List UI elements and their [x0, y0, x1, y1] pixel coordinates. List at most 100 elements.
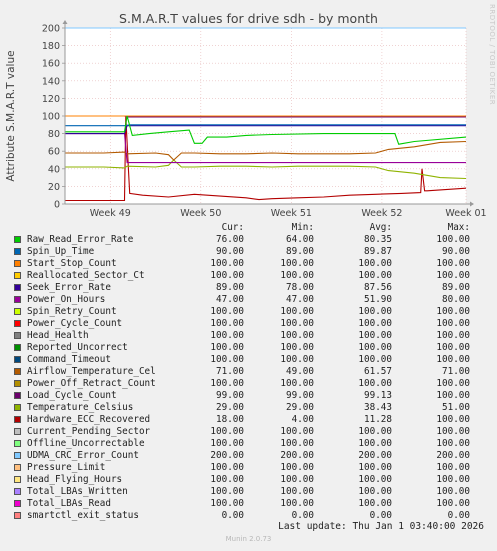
legend-value-avg: 100.00	[358, 462, 392, 473]
legend-value-cur: 100.00	[210, 258, 244, 269]
legend-value-min: 100.00	[280, 378, 314, 389]
legend-value-min: 99.00	[286, 390, 314, 401]
y-tick-label: 100	[42, 112, 60, 123]
legend-value-min: 100.00	[280, 474, 314, 485]
legend-value-max: 90.00	[442, 246, 470, 257]
legend-value-cur: 76.00	[216, 234, 244, 245]
legend-swatch	[14, 464, 21, 471]
legend-row: Power_Off_Retract_Count 100.00 100.00 100.0…	[0, 378, 497, 390]
legend-value-min: 100.00	[280, 330, 314, 341]
legend-series-name: Head_Flying_Hours	[27, 474, 123, 485]
legend-value-max: 100.00	[436, 258, 470, 269]
legend-series-name: Reported_Uncorrect	[27, 342, 128, 353]
legend-row: Hardware_ECC_Recovered 18.00 4.00 11.28 100.…	[0, 414, 497, 426]
legend-swatch	[14, 380, 21, 387]
legend-series-name: Spin_Up_Time	[27, 246, 95, 257]
legend-row: Power_Cycle_Count 100.00 100.00 100.00 100.0…	[0, 318, 497, 330]
legend-swatch	[14, 404, 21, 411]
legend-value-cur: 100.00	[210, 378, 244, 389]
x-tick-label: Week 52	[361, 208, 402, 219]
legend-swatch	[14, 308, 21, 315]
legend-value-cur: 89.00	[216, 282, 244, 293]
legend-value-min: 100.00	[280, 306, 314, 317]
legend-value-max: 100.00	[436, 486, 470, 497]
legend-value-max: 71.00	[442, 366, 470, 377]
legend-column-header: Cur:	[221, 222, 244, 233]
legend-value-min: 100.00	[280, 258, 314, 269]
legend-row: Temperature_Celsius 29.00 29.00 38.43 51.00	[0, 402, 497, 414]
y-tick-label: 20	[48, 182, 60, 193]
legend-value-min: 49.00	[286, 366, 314, 377]
last-update-text: Last update: Thu Jan 1 03:40:00 2026	[278, 521, 484, 532]
smart-line-chart: 0 20 40 60 80 100 120 140 160 180 200 Week 49 Week 5…	[5, 20, 487, 219]
legend-value-avg: 100.00	[358, 342, 392, 353]
legend-value-avg: 100.00	[358, 438, 392, 449]
legend-swatch	[14, 236, 21, 243]
legend-value-cur: 18.00	[216, 414, 244, 425]
legend-value-cur: 99.00	[216, 390, 244, 401]
legend-value-max: 100.00	[436, 426, 470, 437]
legend-value-cur: 100.00	[210, 462, 244, 473]
legend-series-name: Hardware_ECC_Recovered	[27, 414, 151, 425]
legend-value-max: 100.00	[436, 414, 470, 425]
legend-swatch	[14, 440, 21, 447]
legend-value-max: 100.00	[436, 306, 470, 317]
legend-row: Load_Cycle_Count 99.00 99.00 99.13 100.00	[0, 390, 497, 402]
legend-series-name: UDMA_CRC_Error_Count	[27, 450, 139, 461]
legend-series-name: Offline_Uncorrectable	[27, 438, 145, 449]
legend-value-max: 100.00	[436, 462, 470, 473]
legend-value-avg: 38.43	[364, 402, 392, 413]
legend-row: Reallocated_Sector_Ct 100.00 100.00 100.00 1…	[0, 270, 497, 282]
legend-value-avg: 100.00	[358, 486, 392, 497]
legend-swatch	[14, 284, 21, 291]
legend-value-max: 100.00	[436, 318, 470, 329]
legend-swatch	[14, 452, 21, 459]
legend-value-cur: 71.00	[216, 366, 244, 377]
legend-swatch	[14, 272, 21, 279]
legend-value-cur: 100.00	[210, 318, 244, 329]
legend-value-min: 100.00	[280, 270, 314, 281]
legend-value-min: 100.00	[280, 426, 314, 437]
legend-series-name: Reallocated_Sector_Ct	[27, 270, 145, 281]
legend-value-max: 100.00	[436, 342, 470, 353]
legend-swatch	[14, 428, 21, 435]
y-tick-label: 200	[42, 24, 60, 35]
legend-value-min: 4.00	[291, 414, 314, 425]
legend-row: Seek_Error_Rate 89.00 78.00 87.56 89.00	[0, 282, 497, 294]
legend-row: Raw_Read_Error_Rate 76.00 64.00 80.35 100.00	[0, 234, 497, 246]
legend-header: Cur: Min: Avg: Max:	[0, 222, 497, 234]
legend-value-avg: 87.56	[364, 282, 392, 293]
legend-value-max: 100.00	[436, 270, 470, 281]
y-tick-label: 180	[42, 41, 60, 52]
legend-row: Head_Health 100.00 100.00 100.00 100.00	[0, 330, 497, 342]
legend-value-min: 100.00	[280, 342, 314, 353]
y-tick-label: 80	[48, 129, 60, 140]
legend-value-max: 51.00	[442, 402, 470, 413]
legend-value-avg: 200.00	[358, 450, 392, 461]
legend-series-name: Current_Pending_Sector	[27, 426, 151, 437]
legend-value-max: 100.00	[436, 330, 470, 341]
legend-swatch	[14, 344, 21, 351]
legend-value-max: 89.00	[442, 282, 470, 293]
legend-value-avg: 100.00	[358, 498, 392, 509]
legend-series-name: Total_LBAs_Read	[27, 498, 111, 509]
legend-value-avg: 100.00	[358, 426, 392, 437]
legend-row: Power_On_Hours 47.00 47.00 51.90 80.00	[0, 294, 497, 306]
legend-value-avg: 61.57	[364, 366, 392, 377]
legend-row: Total_LBAs_Read 100.00 100.00 100.00 100.00	[0, 498, 497, 510]
legend-swatch	[14, 296, 21, 303]
legend-value-avg: 100.00	[358, 270, 392, 281]
legend-swatch	[14, 356, 21, 363]
legend-swatch	[14, 332, 21, 339]
legend-series-name: Temperature_Celsius	[27, 402, 134, 413]
legend-series-name: Start_Stop_Count	[27, 258, 117, 269]
legend-row: Total_LBAs_Written 100.00 100.00 100.00 100.…	[0, 486, 497, 498]
legend-row: Start_Stop_Count 100.00 100.00 100.00 100.00	[0, 258, 497, 270]
x-tick-label: Week 50	[180, 208, 221, 219]
legend-value-min: 100.00	[280, 462, 314, 473]
legend-value-avg: 100.00	[358, 354, 392, 365]
legend-row: Airflow_Temperature_Cel 71.00 49.00 61.57 71…	[0, 366, 497, 378]
legend-value-min: 100.00	[280, 438, 314, 449]
legend-series-name: Raw_Read_Error_Rate	[27, 234, 134, 245]
legend-value-max: 200.00	[436, 450, 470, 461]
